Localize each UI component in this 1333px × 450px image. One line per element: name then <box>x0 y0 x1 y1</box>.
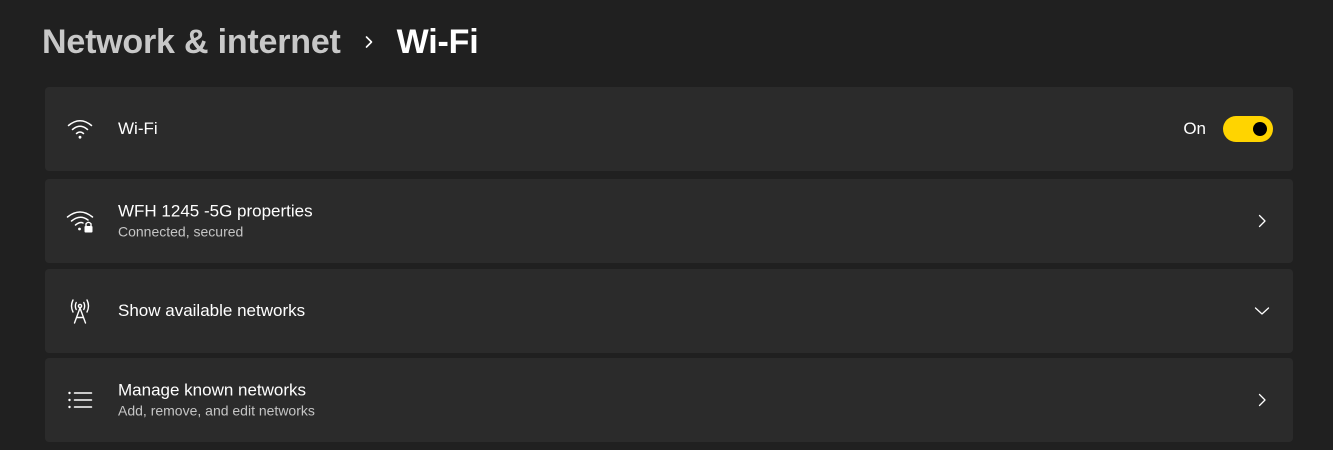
wifi-toggle-title: Wi-Fi <box>118 119 158 138</box>
show-available-networks-action <box>1251 300 1273 322</box>
show-available-networks-row[interactable]: Show available networks <box>45 269 1293 353</box>
toggle-knob <box>1253 122 1267 136</box>
show-available-networks-text: Show available networks <box>118 300 305 322</box>
chevron-down-icon[interactable] <box>1251 300 1273 322</box>
manage-known-networks-text: Manage known networks Add, remove, and e… <box>118 380 315 421</box>
show-available-networks-title: Show available networks <box>118 301 306 320</box>
wifi-icon <box>65 114 95 144</box>
network-properties-subtitle: Connected, secured <box>118 223 244 240</box>
page-title: Wi-Fi <box>396 22 479 61</box>
list-icon <box>65 385 95 415</box>
manage-known-networks-action <box>1251 389 1273 411</box>
network-properties-text: WFH 1245 -5G properties Connected, secur… <box>118 201 313 242</box>
wifi-toggle-control: On <box>1183 116 1273 142</box>
chevron-right-icon[interactable] <box>1251 389 1273 411</box>
network-properties-title: WFH 1245 -5G properties <box>118 201 313 221</box>
network-properties-row[interactable]: WFH 1245 -5G properties Connected, secur… <box>45 179 1293 263</box>
wifi-toggle-row[interactable]: Wi-Fi On <box>45 87 1293 171</box>
breadcrumb-parent-link[interactable]: Network & internet <box>42 23 341 62</box>
breadcrumb: Network & internet Wi-Fi <box>42 20 479 64</box>
wifi-toggle-switch[interactable] <box>1223 116 1273 142</box>
manage-known-networks-row[interactable]: Manage known networks Add, remove, and e… <box>45 358 1293 442</box>
manage-known-networks-title: Manage known networks <box>118 380 307 400</box>
wifi-secured-icon <box>65 206 95 236</box>
manage-known-networks-subtitle: Add, remove, and edit networks <box>118 402 315 419</box>
network-properties-action <box>1251 210 1273 232</box>
chevron-right-icon <box>341 20 397 64</box>
wifi-toggle-state-label: On <box>1183 119 1206 138</box>
settings-page: Network & internet Wi-Fi Wi-Fi On WFH 12… <box>0 0 1333 450</box>
antenna-icon <box>65 296 95 326</box>
chevron-right-icon[interactable] <box>1251 210 1273 232</box>
wifi-toggle-text: Wi-Fi <box>118 118 158 140</box>
